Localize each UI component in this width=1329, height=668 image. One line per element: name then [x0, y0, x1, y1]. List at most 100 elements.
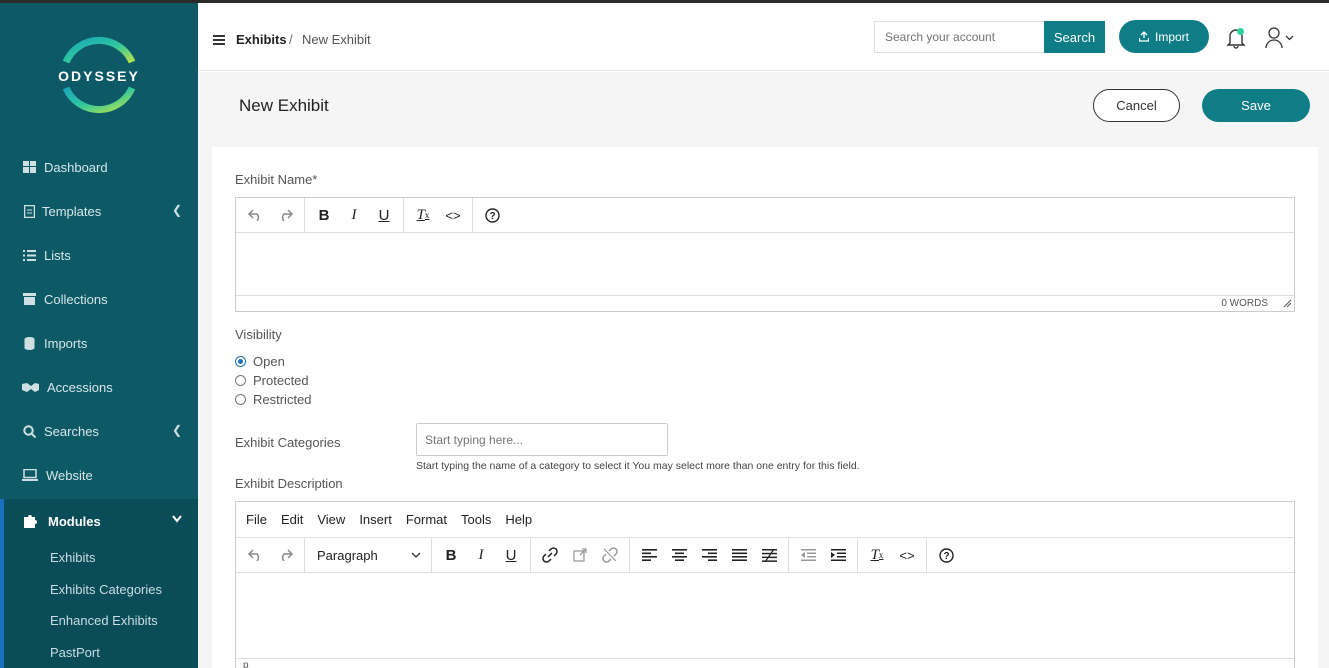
editor-toolbar: Paragraph B I U T x <> ?: [236, 538, 1294, 573]
submenu-item-exhibits-categories[interactable]: Exhibits Categories: [50, 582, 162, 597]
chevron-left-icon: ❮: [171, 423, 182, 437]
align-right-icon[interactable]: [694, 541, 724, 569]
sidebar-item-searches[interactable]: Searches ❮: [0, 409, 198, 453]
top-header: Exhibits / New Exhibit Search Import: [198, 3, 1329, 71]
exhibit-name-text-area[interactable]: [236, 233, 1294, 295]
odyssey-logo[interactable]: ODYSSEY: [56, 32, 142, 118]
editor-menubar: File Edit View Insert Format Tools Help: [236, 502, 1294, 538]
bold-icon[interactable]: B: [436, 541, 466, 569]
source-code-icon[interactable]: <>: [438, 201, 468, 229]
element-path: p: [243, 660, 249, 668]
undo-icon[interactable]: [240, 201, 270, 229]
clear-formatting-icon[interactable]: Tx: [862, 541, 892, 569]
line-height-icon[interactable]: [754, 541, 784, 569]
underline-icon[interactable]: U: [496, 541, 526, 569]
logo-text: ODYSSEY: [58, 68, 140, 84]
align-center-icon[interactable]: [664, 541, 694, 569]
search-icon: [22, 424, 36, 438]
visibility-option-restricted[interactable]: Restricted: [235, 392, 312, 407]
sidebar-item-website[interactable]: Website: [0, 453, 198, 497]
outdent-icon[interactable]: [793, 541, 823, 569]
sidebar: ODYSSEY Dashboard Templates ❮ Lists Coll…: [0, 3, 198, 668]
menu-view[interactable]: View: [317, 512, 345, 527]
visibility-option-open[interactable]: Open: [235, 354, 285, 369]
editor-toolbar: B I U Tx <> ?: [236, 198, 1294, 233]
import-button[interactable]: Import: [1119, 20, 1209, 53]
clear-formatting-icon[interactable]: Tx: [408, 201, 438, 229]
option-label: Restricted: [253, 392, 312, 407]
menu-tools[interactable]: Tools: [461, 512, 491, 527]
indent-icon[interactable]: [823, 541, 853, 569]
menu-file[interactable]: File: [246, 512, 267, 527]
puzzle-icon: [24, 514, 38, 528]
italic-icon[interactable]: I: [339, 201, 369, 229]
align-justify-icon[interactable]: [724, 541, 754, 569]
laptop-icon: [22, 468, 38, 482]
list-icon: [22, 248, 36, 262]
user-account-icon[interactable]: [1265, 27, 1297, 49]
chevron-left-icon: ❮: [171, 203, 182, 217]
option-label: Open: [253, 354, 285, 369]
modules-submenu: Exhibits Exhibits Categories Enhanced Ex…: [0, 540, 198, 668]
sidebar-item-collections[interactable]: Collections: [0, 277, 198, 321]
breadcrumb-exhibits-link[interactable]: Exhibits: [236, 32, 287, 47]
exhibit-description-text-area[interactable]: [236, 573, 1294, 658]
menu-edit[interactable]: Edit: [281, 512, 303, 527]
radio-button[interactable]: [235, 394, 246, 405]
source-code-icon[interactable]: <>: [892, 541, 922, 569]
categories-help-text: Start typing the name of a category to s…: [416, 460, 860, 472]
visibility-option-protected[interactable]: Protected: [235, 373, 309, 388]
help-icon[interactable]: ?: [931, 541, 961, 569]
bold-icon[interactable]: B: [309, 201, 339, 229]
exhibit-categories-input[interactable]: [416, 423, 668, 456]
archive-icon: [22, 292, 36, 306]
menu-insert[interactable]: Insert: [359, 512, 392, 527]
chevron-down-icon: [411, 552, 421, 558]
sidebar-item-label: Templates: [42, 203, 102, 219]
submenu-item-enhanced-exhibits[interactable]: Enhanced Exhibits: [50, 613, 158, 628]
notification-dot: [1237, 28, 1244, 35]
sidebar-item-templates[interactable]: Templates ❮: [0, 189, 198, 233]
radio-button-selected[interactable]: [235, 356, 246, 367]
hamburger-menu-icon[interactable]: [213, 35, 225, 45]
sidebar-item-dashboard[interactable]: Dashboard: [0, 145, 198, 189]
option-label: Protected: [253, 373, 309, 388]
resize-handle-icon[interactable]: [1283, 299, 1292, 308]
exhibit-description-editor: File Edit View Insert Format Tools Help …: [235, 501, 1295, 668]
link-icon[interactable]: [535, 541, 565, 569]
svg-text:?: ?: [489, 211, 495, 222]
underline-icon[interactable]: U: [369, 201, 399, 229]
database-icon: [22, 336, 36, 350]
exhibit-categories-label: Exhibit Categories: [235, 435, 341, 450]
sidebar-item-modules[interactable]: Modules: [0, 499, 198, 543]
account-search-input[interactable]: [874, 21, 1045, 53]
page-title: New Exhibit: [239, 96, 329, 115]
block-format-select[interactable]: Paragraph: [309, 541, 427, 569]
upload-icon: [1138, 31, 1149, 42]
sidebar-item-accessions[interactable]: Accessions: [0, 365, 198, 409]
align-left-icon[interactable]: [634, 541, 664, 569]
menu-help[interactable]: Help: [505, 512, 532, 527]
radio-button[interactable]: [235, 375, 246, 386]
cancel-button[interactable]: Cancel: [1093, 89, 1180, 122]
sidebar-item-lists[interactable]: Lists: [0, 233, 198, 277]
open-link-icon[interactable]: [565, 541, 595, 569]
sidebar-item-label: Website: [46, 467, 93, 483]
exhibit-name-editor: B I U Tx <> ? 0 WORDS: [235, 197, 1295, 312]
sidebar-item-imports[interactable]: Imports: [0, 321, 198, 365]
help-icon[interactable]: ?: [477, 201, 507, 229]
word-count: 0 WORDS: [1221, 298, 1268, 309]
submenu-item-pastport[interactable]: PastPort: [50, 645, 100, 660]
submenu-item-exhibits[interactable]: Exhibits: [50, 550, 96, 565]
save-button[interactable]: Save: [1202, 89, 1310, 122]
sidebar-item-label: Searches: [44, 423, 99, 439]
unlink-icon[interactable]: [595, 541, 625, 569]
block-format-value: Paragraph: [317, 547, 378, 563]
redo-icon[interactable]: [270, 201, 300, 229]
exhibit-name-label: Exhibit Name*: [235, 172, 318, 187]
undo-icon[interactable]: [240, 541, 270, 569]
menu-format[interactable]: Format: [406, 512, 447, 527]
italic-icon[interactable]: I: [466, 541, 496, 569]
redo-icon[interactable]: [270, 541, 300, 569]
search-button[interactable]: Search: [1044, 21, 1105, 53]
